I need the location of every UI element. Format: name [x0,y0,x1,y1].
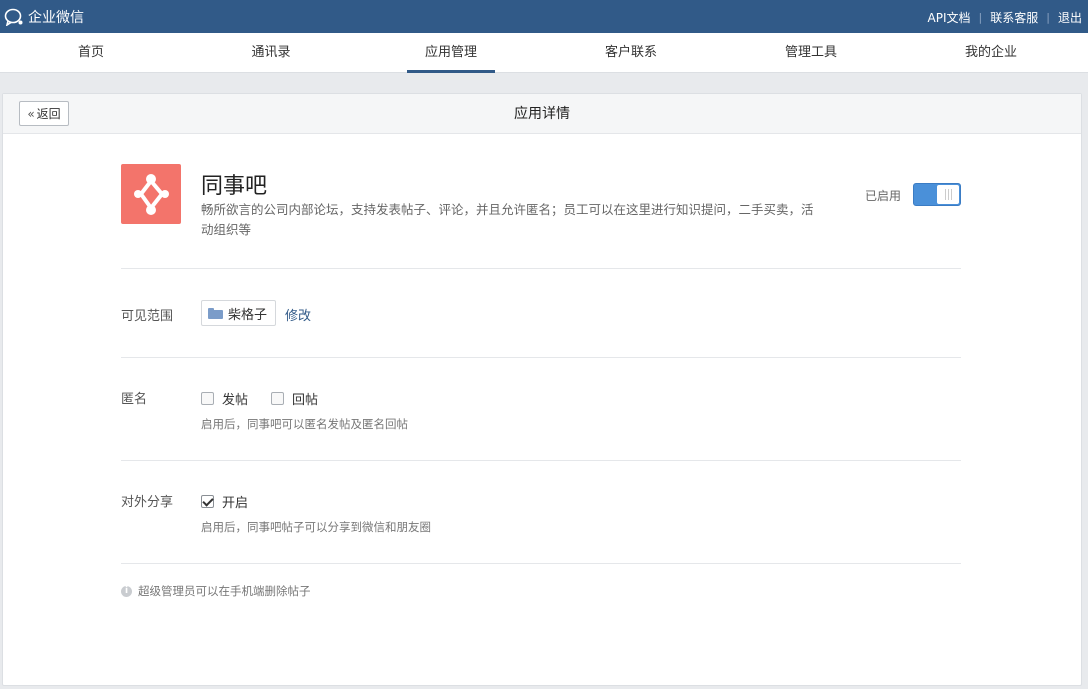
panel-header: 应用详情 « 返回 [3,94,1081,134]
anonymous-hint: 启用后，同事吧可以匿名发帖及匿名回帖 [201,417,408,431]
logout-link[interactable]: 退出 [1058,9,1082,26]
checkbox-box[interactable] [201,392,214,405]
tab-app-management[interactable]: 应用管理 [407,33,495,73]
admin-note: i 超级管理员可以在手机端删除帖子 [121,583,311,599]
app-name: 同事吧 [201,174,268,199]
edit-visibility-link[interactable]: 修改 [285,305,311,324]
brand[interactable]: 企业微信 [4,7,84,27]
share-nodes-icon [134,174,169,215]
contact-support-link[interactable]: 联系客服 [990,9,1038,26]
brand-name: 企业微信 [28,10,84,26]
divider [121,563,961,564]
panel-title: 应用详情 [514,106,570,122]
info-icon: i [121,585,132,597]
app-detail-panel: 应用详情 « 返回 同事吧 畅所欲言的公司内部论坛，支持发表帖子、评论，并且允许… [2,93,1082,686]
checkbox-box[interactable] [271,392,284,405]
admin-note-text: 超级管理员可以在手机端删除帖子 [138,584,311,598]
divider [121,460,961,461]
anonymous-post-label: 发帖 [222,393,249,408]
tab-contacts[interactable]: 通讯录 [236,33,306,73]
enable-toggle[interactable] [913,183,961,206]
top-bar: 企业微信 API文档 | 联系客服 | 退出 [0,0,1088,33]
anonymous-label: 匿名 [121,392,148,407]
external-share-checkbox[interactable]: 开启 [201,492,248,511]
back-button[interactable]: « 返回 [19,101,69,126]
api-docs-link[interactable]: API文档 [928,9,971,26]
folder-icon [208,307,223,319]
top-links: API文档 | 联系客服 | 退出 [928,9,1082,26]
app-icon [121,164,181,224]
double-chevron-left-icon: « [27,106,35,121]
tab-management-tools[interactable]: 管理工具 [770,33,852,73]
divider [121,357,961,358]
wecom-logo-icon [4,8,23,26]
visibility-label: 可见范围 [121,309,174,324]
tab-home[interactable]: 首页 [60,33,122,73]
tab-my-enterprise[interactable]: 我的企业 [950,33,1032,73]
link-separator: | [1046,11,1050,24]
link-separator: | [978,11,983,24]
visibility-scope-name: 柴格子 [228,307,268,323]
app-description: 畅所欲言的公司内部论坛，支持发表帖子、评论，并且允许匿名；员工可以在这里进行知识… [201,202,814,237]
anonymous-reply-label: 回帖 [292,393,319,408]
external-share-option-label: 开启 [222,496,249,511]
back-button-label: 返回 [36,107,61,121]
tab-customer-contact[interactable]: 客户联系 [590,33,672,73]
checkbox-box-checked[interactable] [201,495,214,508]
anonymous-reply-checkbox[interactable]: 回帖 [271,389,318,408]
external-share-hint: 启用后，同事吧帖子可以分享到微信和朋友圈 [201,520,431,534]
visibility-scope-chip: 柴格子 [201,300,277,326]
divider [121,268,961,269]
external-share-label: 对外分享 [121,495,174,510]
enabled-status-label: 已启用 [865,189,902,203]
main-nav: 首页 通讯录 应用管理 客户联系 管理工具 我的企业 [0,33,1088,73]
toggle-knob [937,185,959,204]
anonymous-post-checkbox[interactable]: 发帖 [201,389,248,408]
